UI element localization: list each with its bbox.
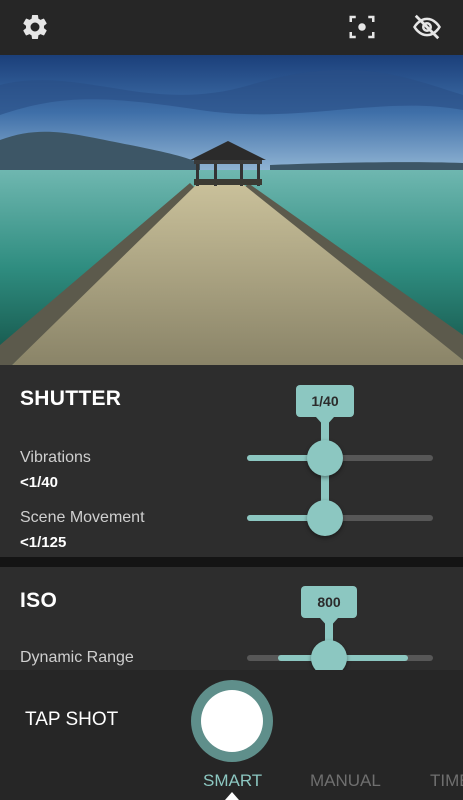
- mode-tab-manual[interactable]: MANUAL: [310, 771, 381, 791]
- vibrations-label: Vibrations: [20, 449, 91, 466]
- vibrations-value: <1/40: [20, 474, 58, 491]
- shutter-button[interactable]: [191, 680, 273, 762]
- shutter-value-bubble[interactable]: 1/40: [296, 385, 354, 427]
- scene-movement-label: Scene Movement: [20, 509, 145, 526]
- mode-tab-smart[interactable]: SMART: [203, 771, 262, 791]
- dynamic-range-label: Dynamic Range: [20, 649, 134, 666]
- eye-off-icon[interactable]: [412, 12, 442, 42]
- gear-icon[interactable]: [20, 12, 50, 42]
- mode-tab-timer-clip: TIMER: [430, 771, 463, 793]
- shutter-panel: SHUTTER Vibrations <1/40 Scene Movement …: [0, 365, 463, 557]
- iso-title: ISO: [20, 589, 58, 612]
- scene-movement-slider-knob[interactable]: [307, 500, 343, 536]
- mode-tab-timer[interactable]: TIMER: [430, 771, 463, 791]
- focus-frame-icon[interactable]: [347, 12, 377, 42]
- panel-divider: [0, 557, 463, 567]
- pier-scene-image: [0, 55, 463, 365]
- scene-movement-value: <1/125: [20, 534, 67, 551]
- dynamic-range-slider-knob[interactable]: [311, 640, 347, 670]
- iso-value-bubble[interactable]: 800: [301, 586, 357, 628]
- vibrations-slider-knob[interactable]: [307, 440, 343, 476]
- tap-shot-button[interactable]: TAP SHOT: [25, 709, 118, 731]
- active-mode-caret-icon: [225, 792, 239, 800]
- camera-preview[interactable]: [0, 55, 463, 365]
- capture-bar: TAP SHOT SMART MANUAL TIMER: [0, 670, 463, 800]
- shutter-button-inner: [201, 690, 263, 752]
- top-toolbar: [0, 0, 463, 55]
- iso-panel: ISO Dynamic Range 800: [0, 567, 463, 670]
- shutter-title: SHUTTER: [20, 387, 122, 410]
